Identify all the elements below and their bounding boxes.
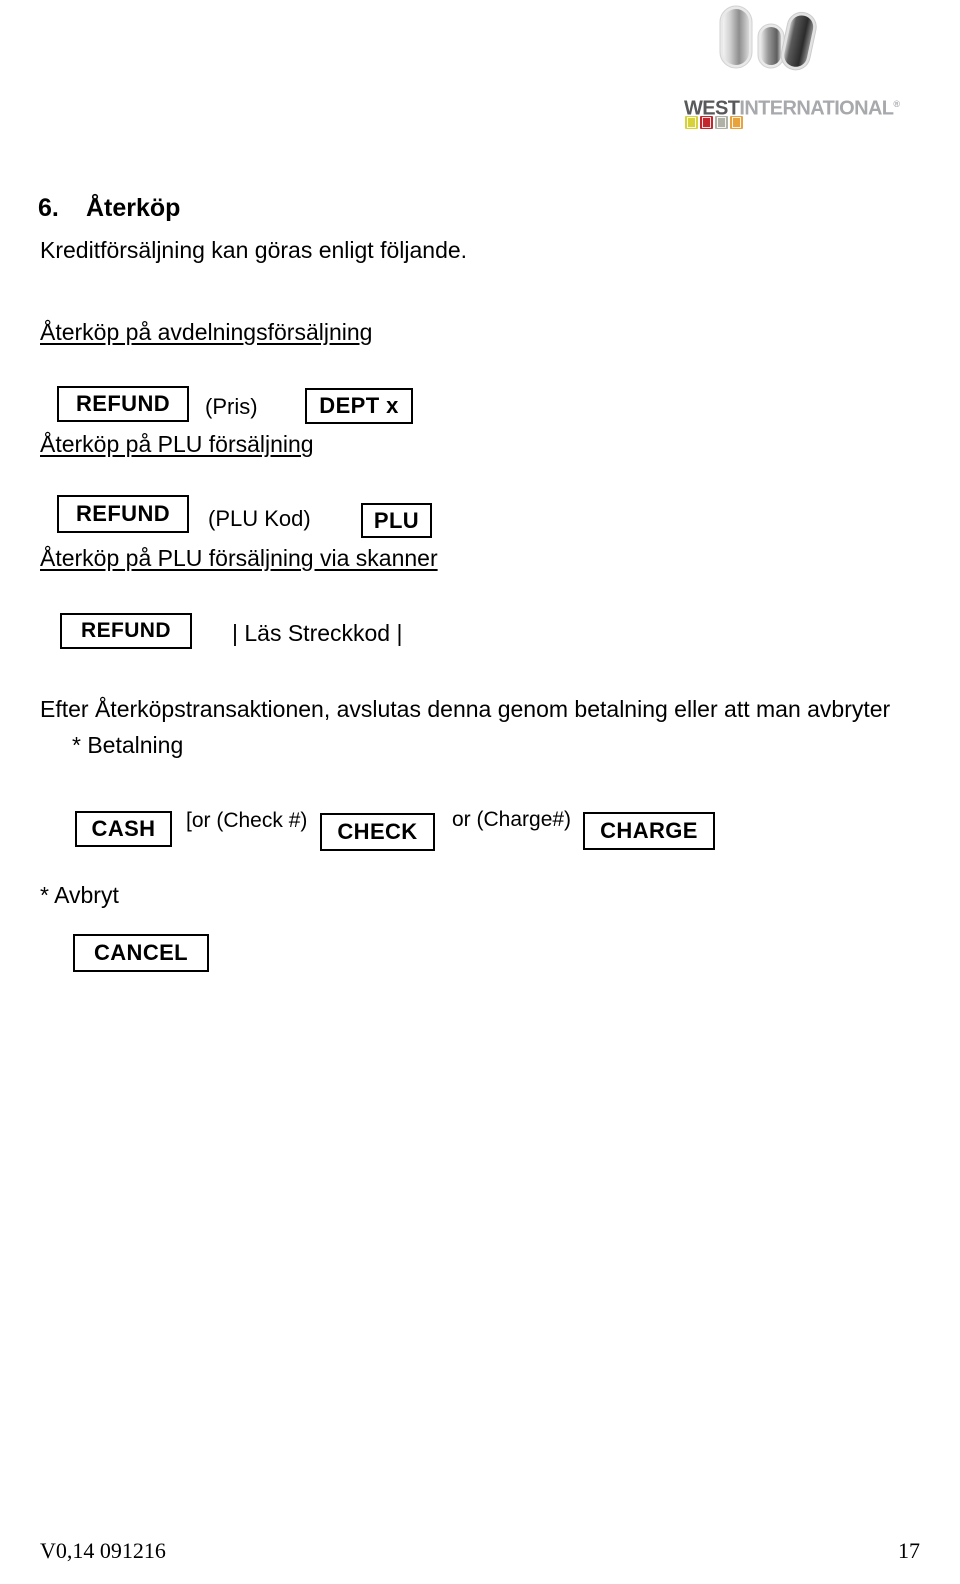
key-cash[interactable]: CASH bbox=[75, 811, 172, 847]
label-cancel: * Avbryt bbox=[40, 882, 119, 908]
key-refund-scanner[interactable]: REFUND bbox=[60, 613, 192, 649]
key-charge[interactable]: CHARGE bbox=[583, 812, 715, 850]
logo-mark-icon bbox=[719, 5, 817, 71]
logo-swatch-3-icon bbox=[715, 116, 728, 129]
logo-wordmark: WESTINTERNATIONAL® bbox=[684, 94, 900, 119]
note-charge-number: or (Charge#) bbox=[452, 808, 572, 831]
note-check-number: [or (Check #) bbox=[186, 809, 308, 832]
note-price: (Pris) bbox=[205, 394, 258, 419]
key-refund-dept[interactable]: REFUND bbox=[57, 386, 189, 422]
closing-paragraph: Efter Återköpstransaktionen, avslutas de… bbox=[40, 696, 891, 722]
subheading-plu-refund: Återköp på PLU försäljning bbox=[40, 431, 314, 457]
key-refund-plu[interactable]: REFUND bbox=[57, 495, 189, 533]
note-read-barcode: | Läs Streckkod | bbox=[232, 620, 403, 646]
footer-version: V0,14 091216 bbox=[40, 1538, 166, 1563]
registered-trademark-icon: ® bbox=[893, 99, 900, 109]
key-plu[interactable]: PLU bbox=[361, 503, 432, 538]
logo-swatch-4-icon bbox=[730, 116, 743, 129]
logo-swatch-strip bbox=[685, 116, 743, 129]
logo-word-international: INTERNATIONAL bbox=[739, 97, 894, 120]
note-plu-code: (PLU Kod) bbox=[208, 506, 311, 531]
footer-page-number: 17 bbox=[898, 1538, 920, 1563]
key-cancel[interactable]: CANCEL bbox=[73, 934, 209, 972]
company-logo: WESTINTERNATIONAL® bbox=[684, 4, 900, 129]
subheading-department-refund: Återköp på avdelningsförsäljning bbox=[40, 319, 373, 345]
intro-text: Kreditförsäljning kan göras enligt följa… bbox=[40, 237, 468, 263]
section-number: 6. bbox=[38, 194, 59, 222]
page-title: Återköp bbox=[86, 194, 181, 222]
logo-swatch-1-icon bbox=[685, 116, 698, 129]
logo-swatch-2-icon bbox=[700, 116, 713, 129]
document-page: { "logo": { "word_primary": "WEST", "wor… bbox=[0, 0, 960, 1584]
label-payment: * Betalning bbox=[72, 732, 184, 758]
key-check[interactable]: CHECK bbox=[320, 813, 435, 851]
subheading-plu-scanner-refund: Återköp på PLU försäljning via skanner bbox=[40, 545, 438, 571]
key-dept[interactable]: DEPT x bbox=[305, 388, 413, 424]
